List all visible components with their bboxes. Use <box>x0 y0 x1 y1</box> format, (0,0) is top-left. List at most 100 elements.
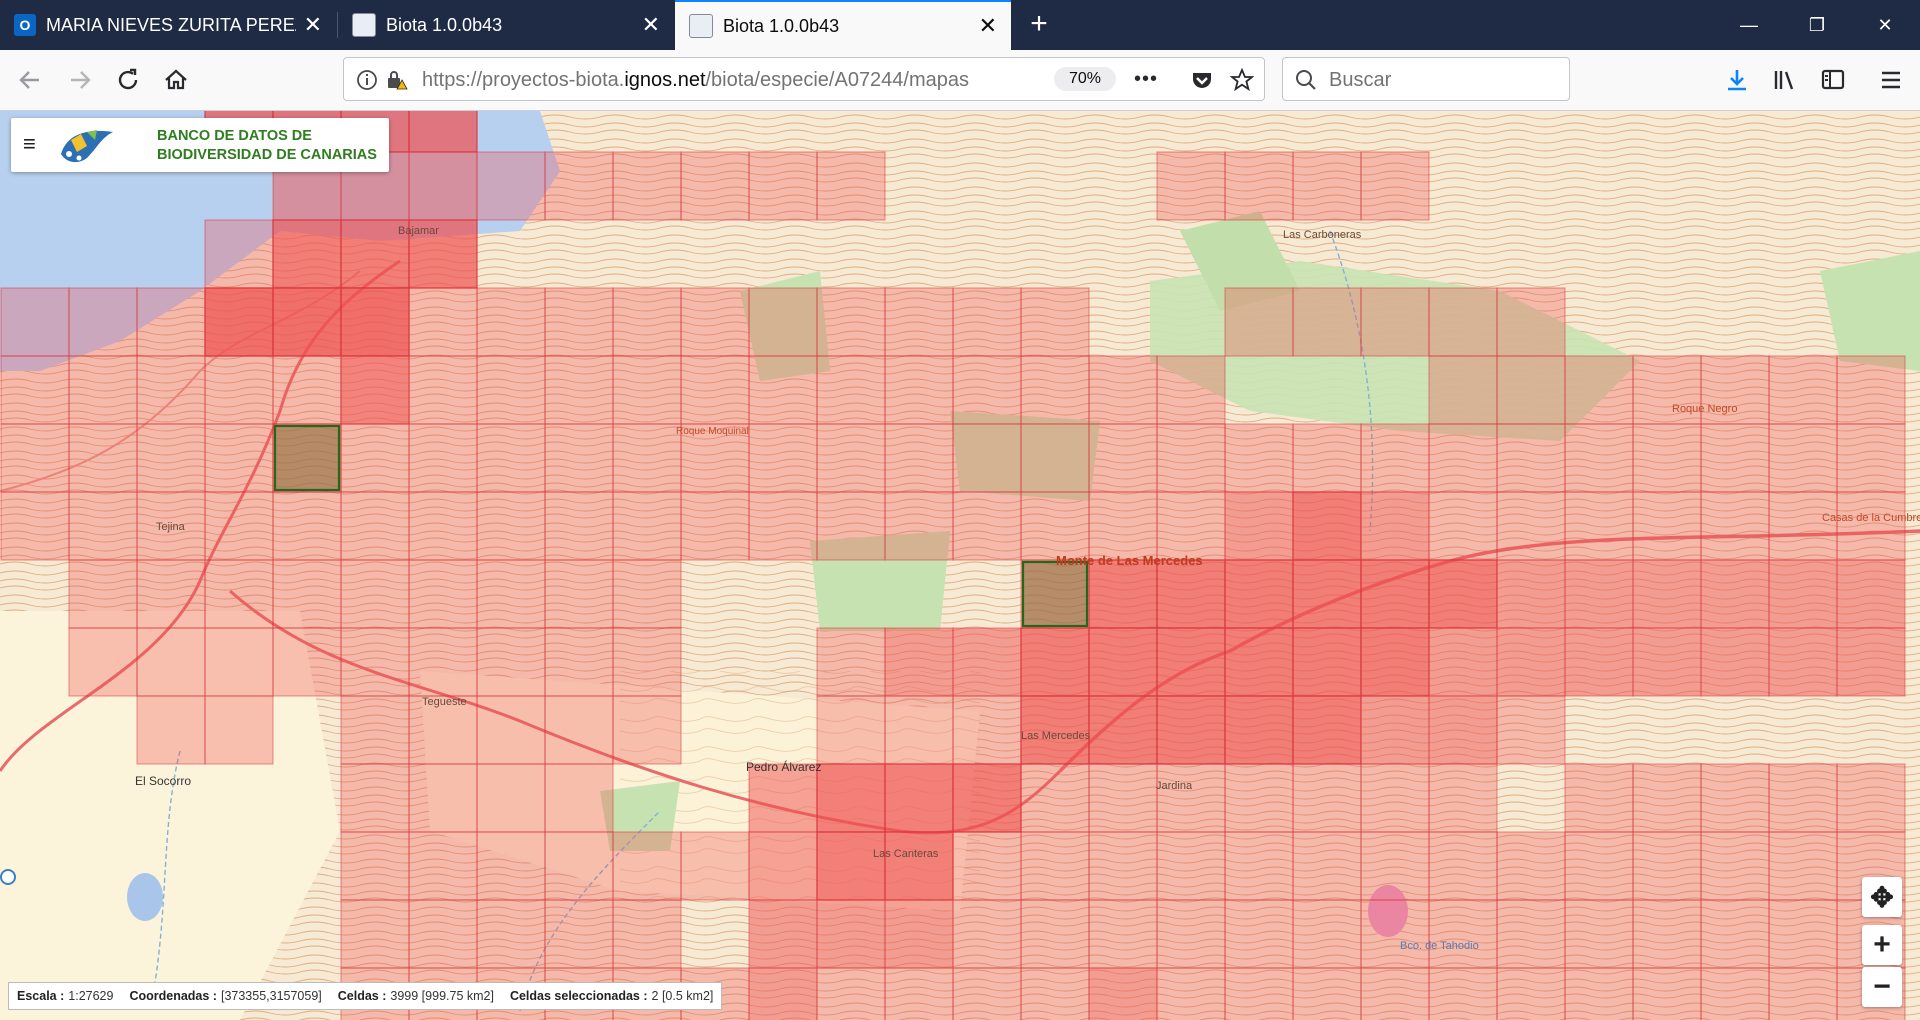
distribution-cell[interactable] <box>340 287 410 357</box>
distribution-cell[interactable] <box>612 491 682 561</box>
distribution-cell[interactable] <box>612 899 682 969</box>
distribution-cell[interactable] <box>1836 355 1906 425</box>
distribution-cell[interactable] <box>680 355 750 425</box>
distribution-cell[interactable] <box>1020 627 1090 697</box>
distribution-cell[interactable] <box>1360 899 1430 969</box>
distribution-cell[interactable] <box>1496 491 1566 561</box>
info-icon[interactable] <box>356 69 378 91</box>
minimize-button[interactable]: — <box>1716 0 1782 50</box>
distribution-cell[interactable] <box>136 695 206 765</box>
distribution-cell[interactable] <box>612 559 682 629</box>
distribution-cell[interactable] <box>1768 355 1838 425</box>
distribution-cell[interactable] <box>1564 491 1634 561</box>
distribution-cell[interactable] <box>476 151 546 221</box>
forward-button[interactable] <box>62 62 98 98</box>
distribution-cell[interactable] <box>1224 899 1294 969</box>
distribution-cell[interactable] <box>884 899 954 969</box>
distribution-cell[interactable] <box>136 355 206 425</box>
distribution-cell[interactable] <box>816 831 886 901</box>
distribution-cell[interactable] <box>612 831 682 901</box>
distribution-cell[interactable] <box>136 627 206 697</box>
distribution-cell[interactable] <box>1428 559 1498 629</box>
distribution-cell[interactable] <box>340 355 410 425</box>
distribution-cell[interactable] <box>1088 831 1158 901</box>
distribution-cell[interactable] <box>680 151 750 221</box>
distribution-cell[interactable] <box>1428 355 1498 425</box>
url-text[interactable]: https://proyectos-biota.ignos.net/biota/… <box>422 69 1002 92</box>
distribution-cell[interactable] <box>340 491 410 561</box>
zoom-out-button[interactable]: − <box>1862 967 1902 1007</box>
distribution-cell[interactable] <box>1632 967 1702 1020</box>
distribution-cell[interactable] <box>68 491 138 561</box>
distribution-cell[interactable] <box>544 831 614 901</box>
distribution-cell[interactable] <box>1632 559 1702 629</box>
distribution-cell[interactable] <box>1020 287 1090 357</box>
distribution-cell[interactable] <box>1292 899 1362 969</box>
distribution-cell[interactable] <box>1496 287 1566 357</box>
distribution-cell[interactable] <box>1360 831 1430 901</box>
distribution-cell[interactable] <box>748 355 818 425</box>
distribution-cell[interactable] <box>204 491 274 561</box>
distribution-cell[interactable] <box>204 627 274 697</box>
selected-cell[interactable] <box>273 424 341 492</box>
distribution-cell[interactable] <box>952 423 1022 493</box>
distribution-cell[interactable] <box>476 899 546 969</box>
distribution-cell[interactable] <box>544 695 614 765</box>
distribution-cell[interactable] <box>476 695 546 765</box>
distribution-cell[interactable] <box>1156 355 1226 425</box>
hamburger-menu-icon[interactable] <box>1878 67 1904 93</box>
distribution-cell[interactable] <box>952 695 1022 765</box>
distribution-cell[interactable] <box>1564 423 1634 493</box>
distribution-cell[interactable] <box>544 423 614 493</box>
tab-outlook[interactable]: O MARIA NIEVES ZURITA PEREZ - ✕ <box>0 0 336 50</box>
restore-button[interactable]: ❐ <box>1784 0 1850 50</box>
distribution-cell[interactable] <box>816 423 886 493</box>
sidebar-toggle-icon[interactable] <box>1820 67 1846 93</box>
distribution-cell[interactable] <box>1700 559 1770 629</box>
new-tab-button[interactable]: + <box>1022 8 1056 42</box>
distribution-cell[interactable] <box>884 831 954 901</box>
distribution-cell[interactable] <box>204 559 274 629</box>
distribution-cell[interactable] <box>952 967 1022 1020</box>
distribution-cell[interactable] <box>1360 763 1430 833</box>
distribution-cell[interactable] <box>136 559 206 629</box>
distribution-cell[interactable] <box>1224 763 1294 833</box>
distribution-cell[interactable] <box>1156 627 1226 697</box>
distribution-cell[interactable] <box>1360 967 1430 1020</box>
url-bar[interactable]: https://proyectos-biota.ignos.net/biota/… <box>343 57 1265 101</box>
tab-biota-1[interactable]: Biota 1.0.0b43 ✕ <box>338 0 674 50</box>
distribution-cell[interactable] <box>1564 627 1634 697</box>
distribution-cell[interactable] <box>408 423 478 493</box>
tab-biota-active[interactable]: Biota 1.0.0b43 ✕ <box>675 0 1011 50</box>
distribution-cell[interactable] <box>1700 967 1770 1020</box>
distribution-cell[interactable] <box>68 423 138 493</box>
distribution-cell[interactable] <box>748 899 818 969</box>
distribution-cell[interactable] <box>1088 899 1158 969</box>
distribution-cell[interactable] <box>1632 899 1702 969</box>
distribution-cell[interactable] <box>1224 831 1294 901</box>
distribution-cell[interactable] <box>1360 423 1430 493</box>
distribution-cell[interactable] <box>544 355 614 425</box>
reload-button[interactable] <box>110 62 146 98</box>
distribution-cell[interactable] <box>68 627 138 697</box>
distribution-cell[interactable] <box>884 423 954 493</box>
distribution-cell[interactable] <box>1360 695 1430 765</box>
distribution-cell[interactable] <box>1292 967 1362 1020</box>
distribution-cell[interactable] <box>952 491 1022 561</box>
distribution-cell[interactable] <box>884 287 954 357</box>
distribution-cell[interactable] <box>0 491 70 561</box>
distribution-cell[interactable] <box>1632 831 1702 901</box>
distribution-cell[interactable] <box>1224 695 1294 765</box>
distribution-cell[interactable] <box>272 219 342 289</box>
distribution-cell[interactable] <box>748 831 818 901</box>
distribution-cell[interactable] <box>952 287 1022 357</box>
distribution-cell[interactable] <box>612 423 682 493</box>
distribution-cell[interactable] <box>1088 355 1158 425</box>
distribution-cell[interactable] <box>1224 967 1294 1020</box>
distribution-cell[interactable] <box>1292 831 1362 901</box>
distribution-cell[interactable] <box>748 967 818 1020</box>
distribution-cell[interactable] <box>1428 831 1498 901</box>
distribution-cell[interactable] <box>272 559 342 629</box>
distribution-cell[interactable] <box>204 423 274 493</box>
back-button[interactable] <box>12 62 48 98</box>
